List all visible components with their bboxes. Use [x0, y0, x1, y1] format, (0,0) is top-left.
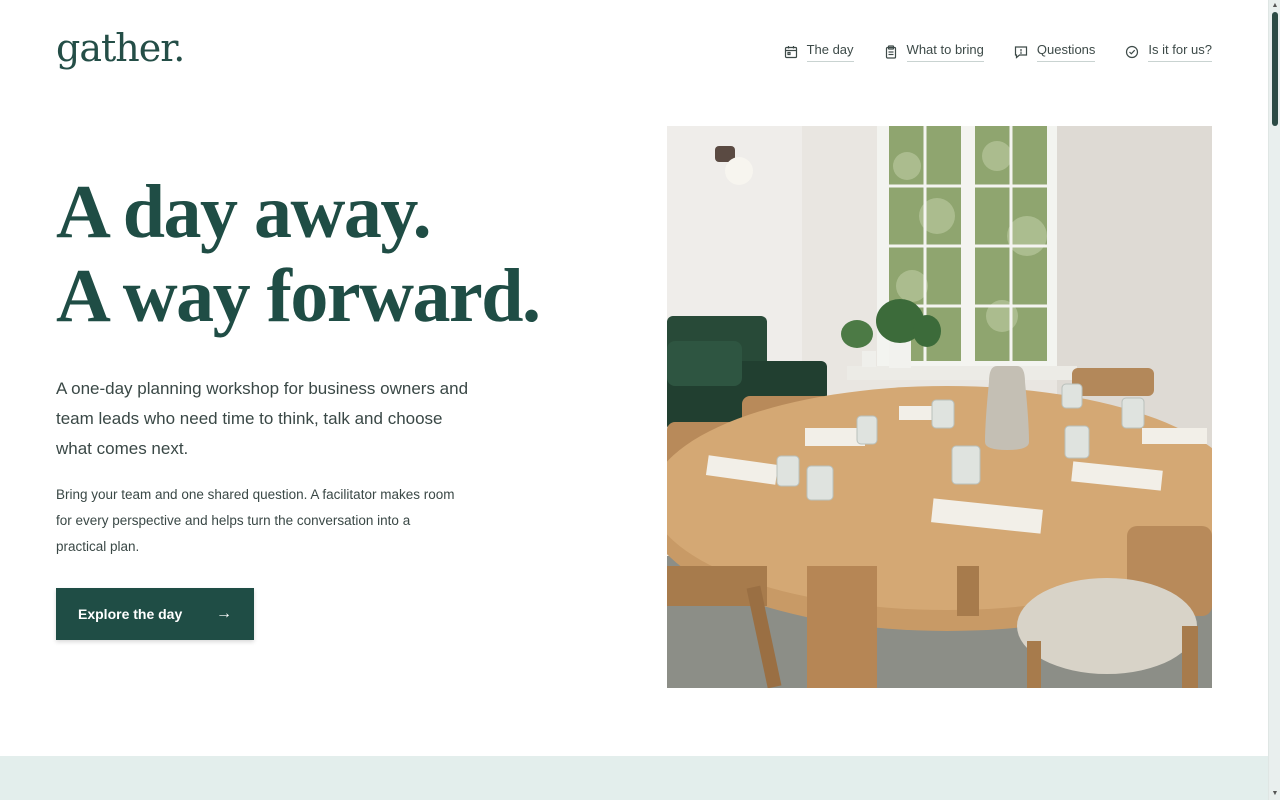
- explore-the-day-button[interactable]: Explore the day →: [56, 588, 254, 640]
- nav-item-the-day[interactable]: The day: [784, 42, 854, 62]
- calendar-icon: [784, 45, 798, 59]
- page: gather. The day What to bring Questions …: [0, 0, 1268, 800]
- nav-item-questions[interactable]: Questions: [1014, 42, 1096, 62]
- nav-label: Is it for us?: [1148, 42, 1212, 62]
- hero-body: Bring your team and one shared question.…: [56, 487, 455, 554]
- clipboard-icon: [884, 45, 898, 59]
- hero-headline: A day away. A way forward.: [56, 170, 541, 338]
- check-circle-icon: [1125, 45, 1139, 59]
- nav-item-is-it-for-us[interactable]: Is it for us?: [1125, 42, 1212, 62]
- scrollbar-thumb[interactable]: [1272, 12, 1278, 126]
- cta-label: Explore the day: [78, 606, 183, 622]
- nav-label: Questions: [1036, 42, 1096, 62]
- scrollbar[interactable]: ▲ ▼: [1268, 0, 1280, 800]
- nav-item-what-to-bring[interactable]: What to bring: [884, 42, 984, 62]
- nav-label: The day: [806, 42, 854, 62]
- nav-label: What to bring: [906, 42, 984, 62]
- next-section-band: [0, 756, 1268, 800]
- arrow-right-icon: →: [216, 605, 232, 622]
- main-nav: The day What to bring Questions Is it fo…: [784, 42, 1212, 62]
- scroll-up-icon[interactable]: ▲: [1271, 2, 1279, 10]
- chat-icon: [1014, 45, 1028, 59]
- meeting-room-photo: [667, 126, 1212, 688]
- headline-line-2: A way forward.: [56, 254, 541, 338]
- hero-lead: A one-day planning workshop for business…: [56, 379, 469, 458]
- scroll-down-icon[interactable]: ▼: [1271, 790, 1279, 798]
- logo[interactable]: gather.: [56, 26, 185, 70]
- headline-line-1: A day away.: [56, 170, 432, 254]
